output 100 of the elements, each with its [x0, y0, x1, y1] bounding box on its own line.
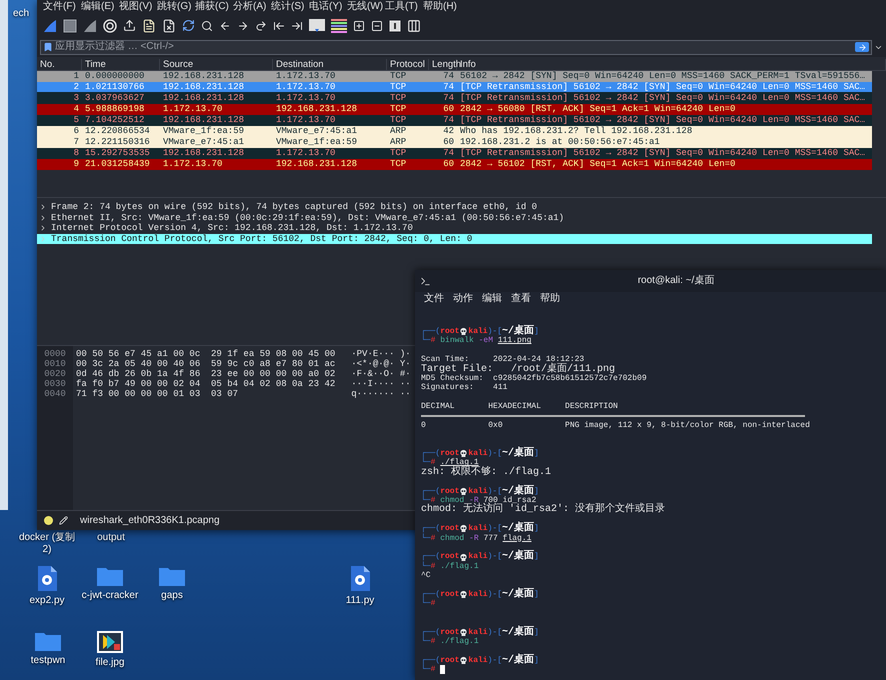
desktop-icon-label[interactable]: gaps [161, 590, 183, 602]
menu-item[interactable]: 统计(S) [270, 1, 306, 13]
desktop-icon-label[interactable]: file.jpg [96, 657, 124, 669]
arrow-to-line-icon[interactable] [291, 20, 303, 32]
menu-item[interactable]: 跳转(G) [156, 1, 192, 13]
desktop-icon-label[interactable]: docker (复制 2) [17, 532, 77, 556]
desktop-icon-label[interactable]: output [97, 532, 125, 544]
packet-row[interactable]: 6 12.220866534 VMware_1f:ea:59 VMware_e7:45:a1 ARP 42 Who has 192.168.231.2? Tell 192.168.231.128 [37, 126, 872, 137]
image-file-icon [97, 631, 123, 653]
table-cell-text: [TCP Retransmission] 56102 → 2842 [SYN] Seq=0 Win=64240 Len=0 MSS=1460 SAC… [459, 82, 866, 92]
command-word: ./flag.1 [440, 562, 479, 572]
packet-row[interactable]: 7 12.221150316 VMware_e7:45:a1 VMware_1f:ea:59 ARP 60 192.168.231.2 is at 00:50:56:e7:45:a1 [37, 137, 872, 148]
prompt-host: kali [468, 656, 488, 666]
reload-icon[interactable] [182, 19, 195, 32]
column-header[interactable]: Time [82, 59, 160, 70]
table-cell-text: ARP [389, 137, 408, 148]
output-line: ^C [421, 571, 432, 581]
menu-item[interactable]: 无线(W) [346, 1, 382, 13]
fin-icon[interactable] [83, 18, 97, 32]
columns-icon[interactable] [407, 18, 421, 32]
upload-icon[interactable] [123, 19, 136, 32]
skull-icon [460, 628, 468, 636]
prompt-host: kali [468, 449, 488, 458]
menu-item[interactable]: 编辑 [482, 293, 502, 305]
table-cell-text: 74 [442, 93, 455, 104]
hex-ascii: ···I···· ·· [351, 379, 411, 389]
packet-row[interactable]: 3 3.037963627 192.168.231.128 1.172.13.70 TCP 74 [TCP Retransmission] 56102 → 2842 [SYN] Seq=0 Win=64240 Len=0 MSS=1460 SAC… [37, 93, 872, 104]
desktop-icon-label[interactable]: exp2.py [29, 595, 65, 607]
table-cell-text: TCP [389, 82, 408, 92]
prompt-decoration: ] [534, 628, 539, 637]
arrow-to-line-icon[interactable] [273, 20, 285, 32]
stop-square-icon[interactable] [63, 18, 77, 32]
packet-row[interactable]: 5 7.104252512 192.168.231.128 1.172.13.70 TCP 74 [TCP Retransmission] 56102 → 2842 [SYN] Seq=0 Win=64240 Len=0 MSS=1460 SAC… [37, 115, 872, 126]
table-cell-text: 7.104252512 [84, 115, 146, 126]
prompt-decoration: )-[ [488, 486, 502, 496]
menu-item[interactable]: 编辑(E) [80, 1, 116, 13]
desktop-icon-label[interactable]: c-jwt-cracker [82, 590, 138, 602]
apply-arrow-button[interactable] [855, 42, 869, 52]
plus-square-icon[interactable] [353, 20, 365, 32]
edit-icon[interactable] [59, 516, 68, 525]
tree-item[interactable]: Ethernet II, Src: VMware_1f:ea:59 (00:0c:29:1f:ea:59), Dst: VMware_e7:45:a1 (00:50:56:e7:45:a1) [37, 212, 872, 223]
table-cell-text: [TCP Retransmission] 56102 → 2842 [SYN] Seq=0 Win=64240 Len=0 MSS=1460 SAC… [459, 148, 866, 159]
folder-icon [35, 631, 61, 651]
menu-item[interactable]: 文件(F) [42, 1, 78, 13]
file-x-icon[interactable] [162, 18, 176, 32]
menu-item[interactable]: 捕获(C) [194, 1, 230, 13]
prompt-directory: ~/桌面 [502, 449, 534, 458]
menu-item[interactable]: 视图(V) [118, 1, 154, 13]
column-header[interactable]: Destination [273, 59, 387, 70]
hex-bytes: fa f0 b7 49 00 00 02 04 05 b4 04 02 08 0a 23 42 [76, 379, 336, 389]
menu-item[interactable]: 分析(A) [232, 1, 268, 13]
document-icon[interactable] [142, 18, 156, 32]
hex-offset: 0040 [44, 389, 66, 399]
table-cell-text: 1.172.13.70 [275, 148, 336, 159]
table-cell-text: 192.168.231.128 [162, 93, 246, 104]
menu-item[interactable]: 工具(T) [384, 1, 420, 13]
table-cell-text: TCP [389, 71, 408, 82]
tree-item[interactable]: Transmission Control Protocol, Src Port: 56102, Dst Port: 2842, Seq: 0, Len: 0 [37, 234, 872, 244]
table-cell-text: 0.000000000 [84, 71, 146, 82]
curved-arrow-icon[interactable] [255, 20, 267, 32]
table-cell-text: 74 [442, 115, 455, 126]
output-line: Signatures: 411 [421, 383, 508, 393]
prompt-directory: ~/桌面 [502, 327, 534, 336]
tree-item[interactable]: Frame 2: 74 bytes on wire (592 bits), 74 bytes captured (592 bits) on interface eth0, id 0 [37, 202, 872, 212]
search-icon[interactable] [201, 20, 213, 32]
shark-fin-icon[interactable] [43, 18, 57, 32]
desktop-icon-label[interactable]: ech [12, 8, 30, 20]
menu-item[interactable]: 文件 [424, 293, 444, 305]
minus-square-icon[interactable] [371, 20, 383, 32]
packet-row[interactable]: 8 15.292753535 192.168.231.128 1.172.13.70 TCP 74 [TCP Retransmission] 56102 → 2842 [SYN] Seq=0 Win=64240 Len=0 MSS=1460 SAC… [37, 148, 872, 159]
tree-item[interactable]: Internet Protocol Version 4, Src: 192.168.231.128, Dst: 1.172.13.70 [37, 223, 872, 234]
target-icon[interactable] [103, 18, 117, 32]
packet-row[interactable]: 4 5.988869198 1.172.13.70 192.168.231.128 TCP 60 2842 → 56080 [RST, ACK] Seq=1 Ack=1 Win=64240 Len=0 [37, 104, 872, 115]
desktop-icon-label[interactable]: testpwn [30, 655, 66, 667]
column-header[interactable]: Protocol [387, 59, 429, 70]
column-header[interactable]: Source [160, 59, 273, 70]
table-cell-text: 74 [442, 82, 455, 92]
menu-item[interactable]: 帮助(H) [422, 1, 458, 13]
arrow-right-icon[interactable] [237, 20, 249, 32]
packet-row[interactable]: 9 21.031258439 1.172.13.70 192.168.231.128 TCP 60 2842 → 56102 [RST, ACK] Seq=1 Ack=1 Win=64240 Len=0 [37, 159, 872, 170]
menu-item[interactable]: 电话(Y) [308, 1, 344, 13]
menu-item[interactable]: 动作 [453, 293, 473, 305]
packet-row[interactable]: 1 0.000000000 192.168.231.128 1.172.13.70 TCP 74 56102 → 2842 [SYN] Seq=0 Win=64240 Len=0 MSS=1460 SACK_PERM=1 TSval=591556… [37, 71, 872, 82]
bookmark-icon[interactable] [43, 42, 53, 52]
table-cell-text: TCP [389, 148, 408, 159]
menu-item[interactable]: 帮助 [540, 293, 560, 305]
desktop-icon-label[interactable]: 111.py [346, 595, 374, 607]
arrow-left-icon[interactable] [219, 20, 231, 32]
table-cell-text: [TCP Retransmission] 56102 → 2842 [SYN] Seq=0 Win=64240 Len=0 MSS=1460 SAC… [459, 115, 866, 126]
hex-offset: 0020 [44, 369, 66, 379]
square-bar-icon[interactable] [389, 20, 401, 32]
prompt-decoration: ┌──( [421, 327, 440, 336]
output-line: DECIMAL HEXADECIMAL DESCRIPTION [421, 402, 619, 412]
prompt-decoration: └─ [421, 458, 431, 468]
color-stripes-icon[interactable] [331, 18, 347, 32]
document-down-icon[interactable] [309, 18, 325, 32]
column-header[interactable]: No. [37, 59, 82, 70]
table-cell-text: 7 [72, 137, 80, 148]
table-cell-text: TCP [389, 104, 408, 115]
menu-item[interactable]: 查看 [511, 293, 531, 305]
